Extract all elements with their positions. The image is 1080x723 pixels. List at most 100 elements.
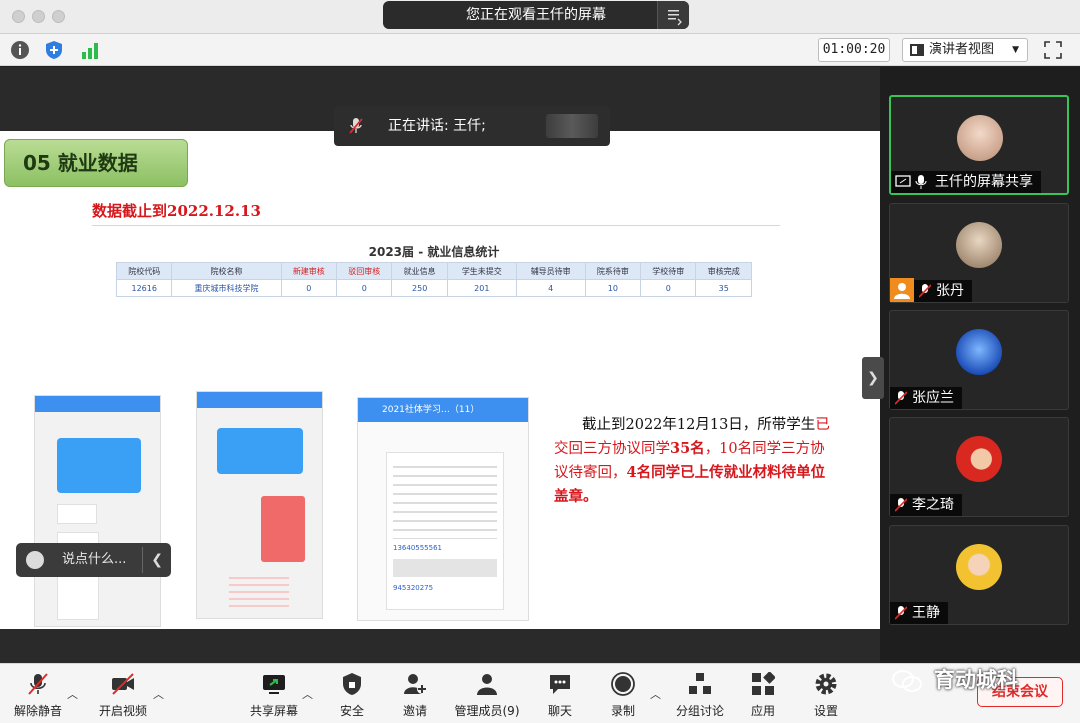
participant-name: 王仟的屏幕共享 xyxy=(935,174,1033,190)
attached-image xyxy=(393,559,497,577)
participant-label: 李之琦 xyxy=(890,494,962,516)
viewing-banner: 您正在观看王仟的屏幕 xyxy=(383,1,689,29)
participant-label: 张应兰 xyxy=(890,387,962,409)
participant-name: 王静 xyxy=(912,605,940,621)
meeting-window: 您正在观看王仟的屏幕 01:00:20 演讲者视图 ▼ 正在讲话: 王仟; 05… xyxy=(0,0,1080,723)
participants-icon xyxy=(477,674,497,695)
participant-label: 张丹 xyxy=(914,280,972,302)
share-screen-button[interactable]: 共享屏幕 xyxy=(236,668,312,722)
manage-participants-label: 管理成员(9) xyxy=(454,704,520,718)
apps-icon xyxy=(752,672,775,695)
muted-mic-icon xyxy=(28,673,48,695)
participant-tile[interactable]: 王静 xyxy=(889,525,1069,625)
participant-tile[interactable]: 王仟的屏幕共享 xyxy=(889,95,1069,195)
chat-placeholder: 说点什么... xyxy=(62,552,127,567)
shield-icon[interactable] xyxy=(44,40,64,60)
gear-icon xyxy=(815,673,837,695)
employment-stats-table: 院校代码 院校名称 新建审核 驳回审核 就业信息 学生未提交 辅导员待审 院系待审 学校待审 审核… xyxy=(115,262,752,297)
chevron-down-icon: ▼ xyxy=(1012,45,1019,55)
collapse-sidebar-button[interactable]: ❯ xyxy=(862,357,884,399)
view-label: 演讲者视图 xyxy=(929,42,995,57)
chat-screenshot-2 xyxy=(196,391,323,619)
share-options-chevron-icon[interactable]: ︿ xyxy=(302,686,313,702)
blurred-region xyxy=(546,114,598,138)
cutoff-date-heading: 数据截止到2022.12.13 xyxy=(92,200,261,221)
participant-tile[interactable]: 李之琦 xyxy=(889,417,1069,517)
table-cell: 0 xyxy=(640,279,697,297)
id-number-link: 945320275 xyxy=(393,584,434,592)
shield-icon xyxy=(343,673,361,695)
signal-strength-icon[interactable] xyxy=(80,40,100,60)
active-speaker-banner: 正在讲话: 王仟; xyxy=(334,106,610,146)
table-cell: 10 xyxy=(584,279,642,297)
table-header-cell: 院校名称 xyxy=(171,262,282,280)
table-header-cell: 审核完成 xyxy=(695,262,752,280)
emoji-icon[interactable] xyxy=(26,551,44,569)
participant-label: 王静 xyxy=(890,602,948,624)
speaker-view-button[interactable]: 演讲者视图 ▼ xyxy=(902,38,1028,62)
wechat-logo-icon xyxy=(892,670,922,692)
top-toolbar: 01:00:20 演讲者视图 ▼ xyxy=(0,34,1080,66)
info-icon[interactable] xyxy=(10,40,30,60)
avatar xyxy=(956,544,1002,590)
chat-icon xyxy=(550,675,570,694)
view-options-button[interactable] xyxy=(657,1,689,29)
notice-text-lines xyxy=(393,459,497,539)
chat-input-box[interactable]: 说点什么... ❮ xyxy=(16,543,171,577)
table-header-cell: 学校待审 xyxy=(640,262,697,280)
table-cell: 35 xyxy=(695,279,752,297)
video-options-chevron-icon[interactable]: ︿ xyxy=(153,686,164,702)
invite-button[interactable]: 邀请 xyxy=(377,668,453,722)
minimize-window-button[interactable] xyxy=(32,10,45,23)
close-window-button[interactable] xyxy=(12,10,25,23)
speaking-label: 正在讲话: 王仟; xyxy=(388,118,486,134)
audio-options-chevron-icon[interactable]: ︿ xyxy=(67,686,78,702)
table-cell: 12616 xyxy=(115,279,173,297)
record-options-chevron-icon[interactable]: ︿ xyxy=(650,686,661,702)
participant-tile[interactable]: 张应兰 xyxy=(889,310,1069,410)
share-screen-label: 共享屏幕 xyxy=(249,704,298,718)
watermark: 育动城科 xyxy=(892,664,1018,694)
unmute-button[interactable]: 解除静音 xyxy=(0,668,76,722)
chevron-left-icon[interactable]: ❮ xyxy=(151,543,163,577)
meeting-timer: 01:00:20 xyxy=(818,38,890,62)
avatar xyxy=(956,222,1002,268)
table-cell: 201 xyxy=(446,279,517,297)
participant-tile[interactable]: 张丹 xyxy=(889,203,1069,303)
menu-list-icon xyxy=(668,10,682,26)
grid-view-icon xyxy=(910,44,924,56)
fullscreen-icon[interactable] xyxy=(1044,41,1062,59)
manage-participants-button[interactable]: 管理成员(9) xyxy=(449,668,525,722)
unmute-label: 解除静音 xyxy=(13,704,62,718)
system-messages xyxy=(229,572,289,610)
cutoff-date: 2022.12.13 xyxy=(167,202,261,220)
video-off-icon xyxy=(112,673,134,695)
table-cell: 250 xyxy=(391,279,448,297)
table-cell: 4 xyxy=(515,279,586,297)
add-user-icon xyxy=(404,674,427,694)
settings-button[interactable]: 设置 xyxy=(788,668,864,722)
settings-label: 设置 xyxy=(813,704,838,718)
chat-screenshot-3: 2021社体学习…（11） 13640555561 945320275 xyxy=(357,397,529,621)
avatar xyxy=(956,329,1002,375)
red-envelope-card xyxy=(261,496,305,562)
viewing-title: 您正在观看王仟的屏幕 xyxy=(466,7,606,23)
sticker-image xyxy=(57,576,99,620)
section-title: 05 就业数据 xyxy=(4,139,188,187)
maximize-window-button[interactable] xyxy=(52,10,65,23)
start-video-button[interactable]: 开启视频 xyxy=(85,668,161,722)
shared-screen: 正在讲话: 王仟; 05 就业数据 数据截止到2022.12.13 2023届 … xyxy=(0,67,880,663)
invite-label: 邀请 xyxy=(402,704,427,718)
chat-bubble xyxy=(217,428,303,474)
participant-name: 张应兰 xyxy=(912,390,954,406)
participant-name: 李之琦 xyxy=(912,497,954,513)
chat-notice-bubble: 13640555561 945320275 xyxy=(386,452,504,610)
chat-screenshot-1 xyxy=(34,395,161,627)
start-video-label: 开启视频 xyxy=(98,704,147,718)
muted-mic-icon xyxy=(895,606,907,620)
summary-text-1: 截止到2022年12月13日，所带学生 xyxy=(582,417,816,433)
table-header-row: 院校代码 院校名称 新建审核 驳回审核 就业信息 学生未提交 辅导员待审 院系待审 学校待审 审核… xyxy=(115,262,752,280)
table-header-cell: 院校代码 xyxy=(115,262,173,280)
chat-bubble xyxy=(57,438,141,493)
table-header-cell: 驳回审核 xyxy=(336,262,393,280)
